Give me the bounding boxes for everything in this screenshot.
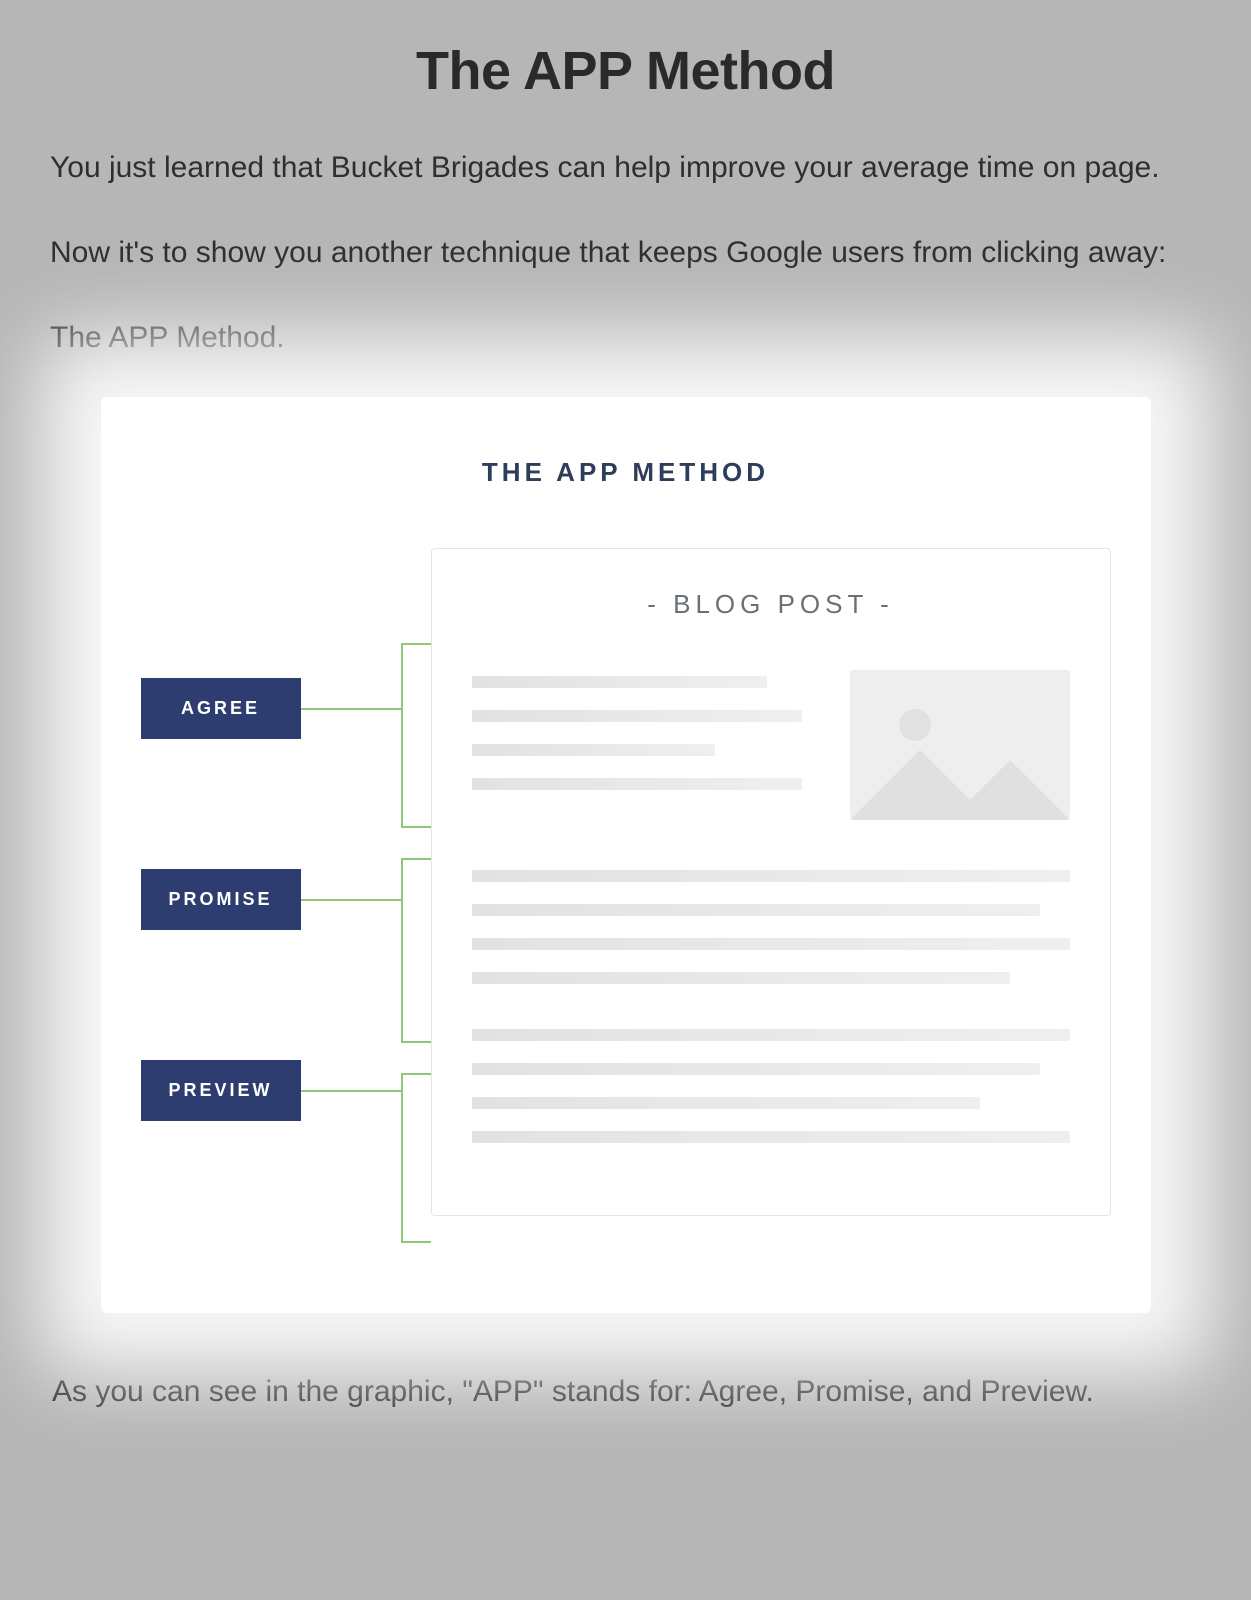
diagram: AGREE PROMISE PREVIEW - BLOG POST - <box>141 548 1111 1243</box>
blog-section-promise <box>472 870 1070 984</box>
blog-post-label: - BLOG POST - <box>472 589 1070 620</box>
text-line-placeholder <box>472 744 716 756</box>
connector-line <box>301 899 401 901</box>
label-promise: PROMISE <box>141 869 301 930</box>
connector-line <box>301 708 401 710</box>
text-line-placeholder <box>472 904 1040 916</box>
blog-section-agree <box>472 670 1070 820</box>
label-row-agree: AGREE <box>141 678 401 739</box>
paragraph-intro-2: Now it's to show you another technique t… <box>50 227 1201 278</box>
bracket-promise <box>401 858 431 1043</box>
label-agree: AGREE <box>141 678 301 739</box>
text-line-placeholder <box>472 1029 1070 1041</box>
blog-section-preview <box>472 1029 1070 1143</box>
text-lines <box>472 670 820 820</box>
paragraph-intro-3: The APP Method. <box>50 312 1201 363</box>
label-preview: PREVIEW <box>141 1060 301 1121</box>
bracket-preview <box>401 1073 431 1243</box>
graphic-title: THE APP METHOD <box>141 457 1111 488</box>
bracket-column <box>401 548 431 1243</box>
app-method-graphic: THE APP METHOD AGREE PROMISE PREVIEW - B… <box>101 397 1151 1313</box>
text-line-placeholder <box>472 972 1010 984</box>
text-line-placeholder <box>472 870 1070 882</box>
text-line-placeholder <box>472 676 768 688</box>
text-line-placeholder <box>472 938 1070 950</box>
labels-column: AGREE PROMISE PREVIEW <box>141 548 401 1121</box>
text-line-placeholder <box>472 778 803 790</box>
blog-post-card: - BLOG POST - <box>431 548 1111 1216</box>
text-line-placeholder <box>472 1131 1070 1143</box>
bracket-agree <box>401 643 431 828</box>
connector-line <box>301 1090 401 1092</box>
label-row-promise: PROMISE <box>141 869 401 930</box>
text-line-placeholder <box>472 1097 980 1109</box>
label-row-preview: PREVIEW <box>141 1060 401 1121</box>
paragraph-closing: As you can see in the graphic, "APP" sta… <box>50 1368 1201 1416</box>
text-line-placeholder <box>472 710 803 722</box>
text-line-placeholder <box>472 1063 1040 1075</box>
image-placeholder-icon <box>850 670 1070 820</box>
page-heading: The APP Method <box>50 40 1201 102</box>
paragraph-intro-1: You just learned that Bucket Brigades ca… <box>50 142 1201 193</box>
